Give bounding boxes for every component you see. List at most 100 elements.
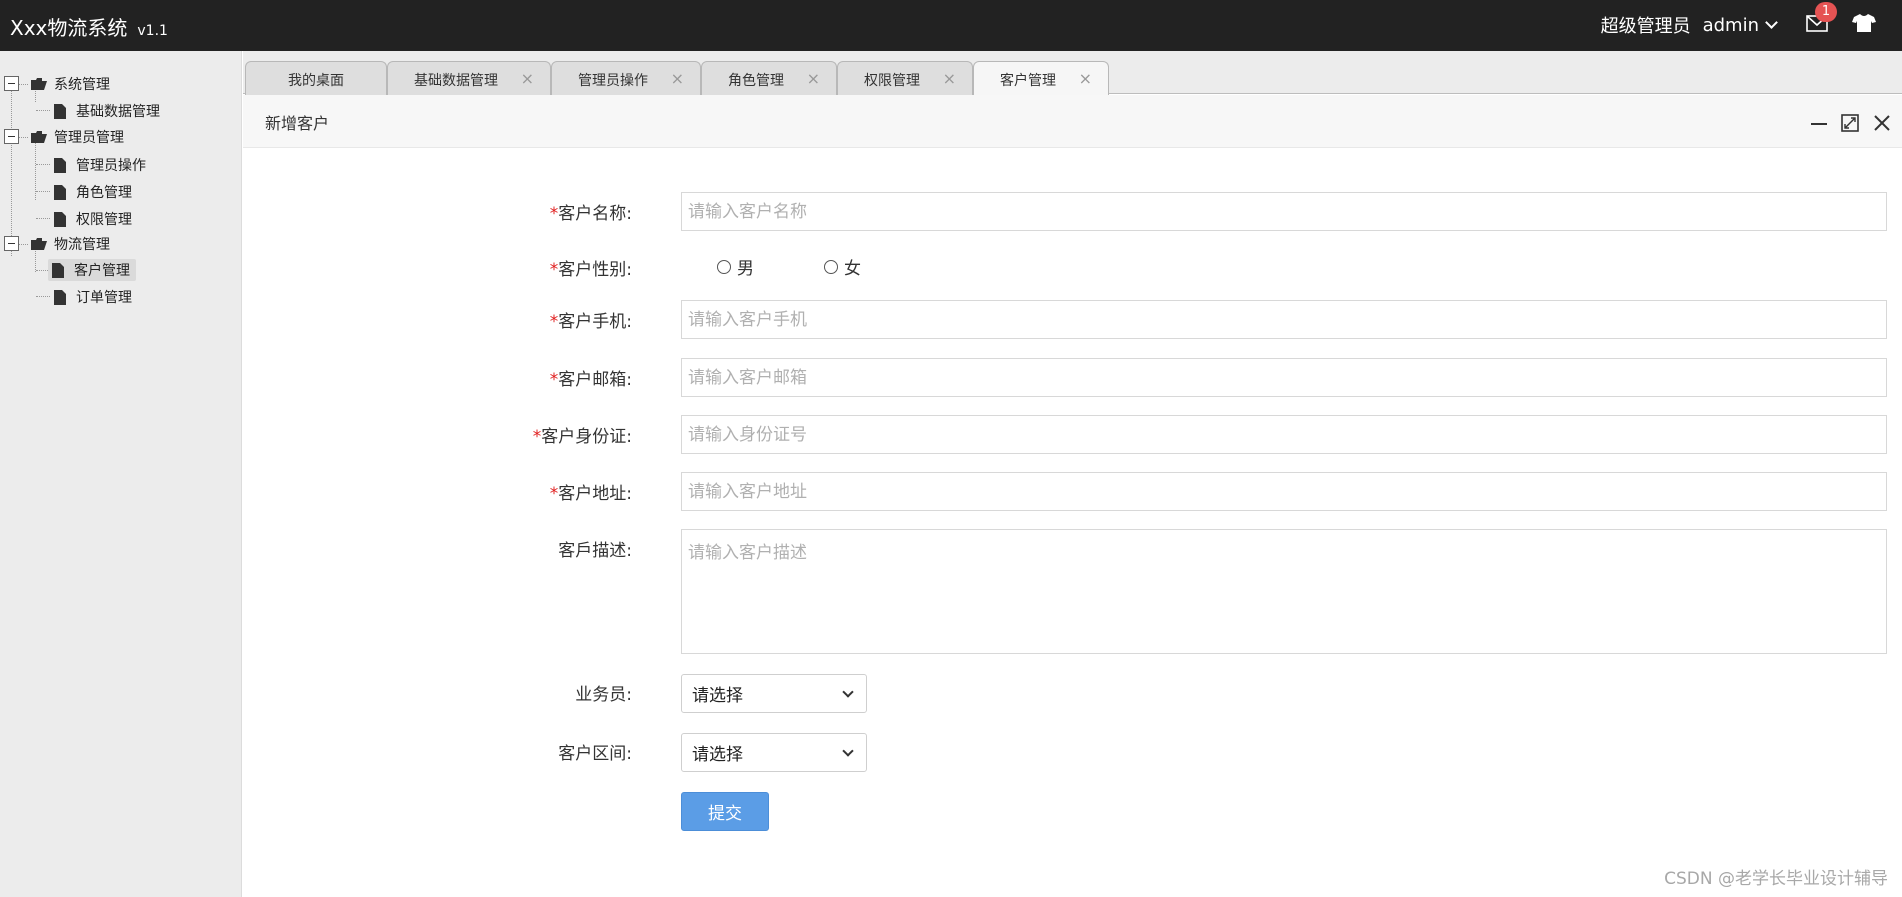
app-version: v1.1 [137,23,168,39]
collapse-toggle[interactable] [4,76,19,91]
collapse-toggle[interactable] [4,236,19,251]
sidebar-group-label: 管理员管理 [54,130,124,146]
minimize-icon[interactable] [1809,113,1829,133]
region-select[interactable]: 请选择 [681,733,867,772]
tab-desktop[interactable]: 我的桌面 [245,61,387,95]
sidebar-item-orders[interactable]: 订单管理 [54,286,132,308]
customer-address-input[interactable] [681,472,1887,511]
sidebar-item-label: 管理员操作 [76,158,146,174]
top-header: Xxx物流系统 v1.1 超级管理员 admin 1 [0,0,1902,51]
file-icon [54,103,66,119]
watermark: CSDN @老学长毕业设计辅导 [1664,869,1888,889]
customer-desc-label: 客戶描述: [558,541,632,561]
sidebar-item-label: 权限管理 [76,212,132,228]
close-icon[interactable]: × [521,69,534,88]
customer-desc-textarea[interactable] [681,529,1887,654]
tab-bar: 我的桌面 基础数据管理 × 管理员操作 × 角色管理 × 权限管理 × 客户管理… [243,51,1902,96]
close-icon[interactable]: × [1079,69,1092,88]
chevron-down-icon [1765,15,1778,29]
mail-badge: 1 [1815,2,1837,22]
required-mark: * [549,484,559,504]
close-icon[interactable] [1872,113,1892,133]
tree-connector [19,244,28,245]
label-text: 客户身份证: [541,427,632,447]
chevron-down-icon [842,686,854,698]
close-icon[interactable]: × [671,69,684,88]
tab-label: 客户管理 [1000,73,1056,89]
close-icon[interactable]: × [807,69,820,88]
radio-icon [717,259,731,274]
tab-basic-data[interactable]: 基础数据管理 × [387,61,551,95]
sidebar-item-label: 基础数据管理 [76,104,160,120]
file-icon [54,157,66,173]
salesman-select[interactable]: 请选择 [681,674,867,713]
tshirt-icon[interactable] [1852,13,1876,33]
sidebar-tree: 系统管理 基础数据管理 管理员管理 管理员操作 角色管理 权限管理 物流管理 客… [0,51,242,897]
panel-header: 新增客户 [243,95,1902,148]
file-icon [52,262,64,278]
required-mark: * [549,204,559,224]
sidebar-item-label: 客户管理 [74,263,130,279]
label-text: 客户邮箱: [558,370,632,390]
required-mark: * [532,427,542,447]
tab-customers[interactable]: 客户管理 × [973,61,1109,96]
username: admin [1702,14,1759,36]
gender-radio-male[interactable]: 男 [717,254,754,279]
customer-email-input[interactable] [681,358,1887,397]
sidebar-group-admin[interactable]: 管理员管理 [30,126,124,148]
user-role: 超级管理员 [1600,16,1691,37]
sidebar-group-logistics[interactable]: 物流管理 [30,233,110,255]
sidebar-group-system[interactable]: 系统管理 [30,73,110,95]
sidebar-item-permissions[interactable]: 权限管理 [54,208,132,230]
close-icon[interactable]: × [943,69,956,88]
sidebar-item-basic-data[interactable]: 基础数据管理 [54,100,160,122]
app-brand: Xxx物流系统 v1.1 [10,12,168,41]
required-mark: * [549,312,559,332]
gender-radio-female[interactable]: 女 [824,254,861,279]
label-text: 客户手机: [558,312,632,332]
required-mark: * [549,370,559,390]
radio-label: 男 [737,259,754,279]
sidebar-group-label: 物流管理 [54,237,110,253]
folder-open-icon [31,78,47,90]
tree-connector [36,218,50,219]
user-menu[interactable]: 超级管理员 admin [1600,12,1778,38]
label-text: 客户性别: [558,260,632,280]
sidebar-item-customers[interactable]: 客户管理 [48,259,136,281]
submit-button[interactable]: 提交 [681,792,769,831]
select-value: 请选择 [692,745,743,765]
radio-label: 女 [844,259,861,279]
tab-admin-ops[interactable]: 管理员操作 × [551,61,701,95]
region-label: 客户区间: [558,744,632,764]
customer-gender-label: *客户性别: [550,255,632,280]
tab-permissions[interactable]: 权限管理 × [837,61,973,95]
tree-connector [11,83,12,256]
customer-phone-label: *客户手机: [550,307,632,332]
app-title: Xxx物流系统 [10,16,128,40]
tab-label: 管理员操作 [578,73,648,89]
maximize-icon[interactable] [1840,113,1860,133]
sidebar-item-admin-ops[interactable]: 管理员操作 [54,154,146,176]
tab-label: 我的桌面 [288,73,344,89]
radio-icon [824,259,838,274]
tab-label: 角色管理 [728,73,784,89]
customer-phone-input[interactable] [681,300,1887,339]
collapse-toggle[interactable] [4,129,19,144]
chevron-down-icon [842,745,854,757]
tab-roles[interactable]: 角色管理 × [701,61,837,95]
tree-connector [36,110,50,111]
tab-label: 基础数据管理 [414,73,498,89]
tree-connector [36,164,50,165]
panel-title: 新增客户 [265,114,330,133]
tab-label: 权限管理 [864,73,920,89]
label-text: 客户名称: [558,204,632,224]
select-value: 请选择 [692,686,743,706]
label-text: 客户地址: [558,484,632,504]
customer-name-input[interactable] [681,192,1887,231]
folder-open-icon [31,238,47,250]
sidebar-item-label: 订单管理 [76,290,132,306]
sidebar-item-roles[interactable]: 角色管理 [54,181,132,203]
customer-idcard-input[interactable] [681,415,1887,454]
sidebar-group-label: 系统管理 [54,77,110,93]
file-icon [54,211,66,227]
